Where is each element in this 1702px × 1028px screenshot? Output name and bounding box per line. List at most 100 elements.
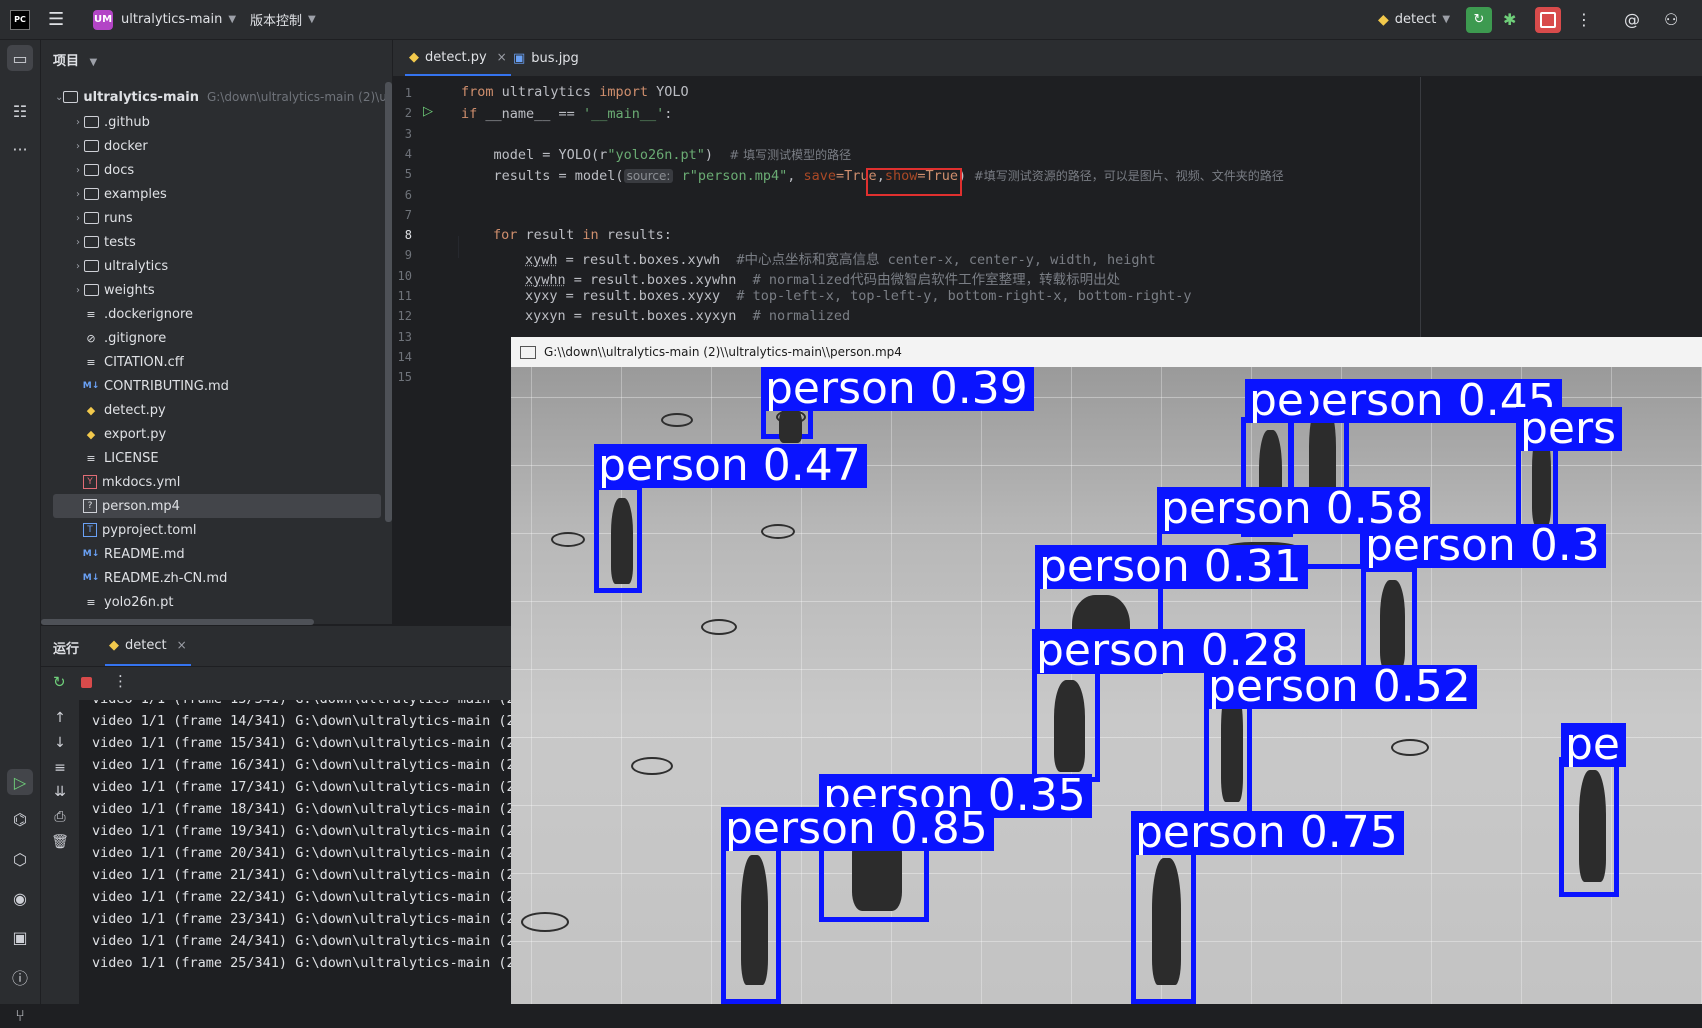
- terminal-button[interactable]: ▣: [7, 924, 33, 950]
- tree-item[interactable]: ≡ LICENSE: [41, 446, 381, 470]
- stop-icon[interactable]: [81, 677, 92, 688]
- structure-tool-button[interactable]: ☷: [7, 98, 33, 124]
- project-panel-header[interactable]: 项目 ▼: [53, 50, 97, 69]
- tree-item[interactable]: ◆ detect.py: [41, 398, 381, 422]
- tree-root[interactable]: ⌄ ultralytics-main G:\down\ultralytics-m…: [55, 85, 392, 109]
- terminal-icon: ▣: [12, 927, 28, 947]
- tree-item-label: mkdocs.yml: [102, 474, 181, 490]
- editor-tabs: ◆ detect.py × ▣ bus.jpg: [393, 40, 1702, 77]
- ignore-file-icon: ⊘: [86, 331, 96, 345]
- app-logo[interactable]: PC: [10, 0, 30, 39]
- tree-item[interactable]: ◆ export.py: [41, 422, 381, 446]
- tree-item[interactable]: M↓ CONTRIBUTING.md: [41, 374, 381, 398]
- tree-item[interactable]: Tpyproject.toml: [41, 518, 381, 542]
- code-token: xyxyn: [525, 308, 566, 324]
- project-switcher[interactable]: UM ultralytics-main ▼: [93, 0, 236, 39]
- trash-icon[interactable]: 🗑: [51, 834, 69, 850]
- main-menu-icon[interactable]: ☰: [48, 0, 64, 39]
- tree-item[interactable]: › .github: [41, 110, 381, 134]
- rerun-icon[interactable]: ↻: [53, 673, 66, 691]
- tree-item[interactable]: › weights: [41, 278, 381, 302]
- tree-item-label: .gitignore: [104, 330, 167, 346]
- tab-label: bus.jpg: [531, 50, 579, 66]
- arrow-up-icon[interactable]: ↑: [51, 710, 69, 726]
- close-icon[interactable]: ×: [497, 50, 507, 64]
- more-vertical-icon[interactable]: ⋮: [113, 672, 128, 690]
- python-packages-button[interactable]: ⬡: [7, 846, 33, 872]
- tree-item[interactable]: Ymkdocs.yml: [41, 470, 381, 494]
- debug-button[interactable]: ✱: [1503, 0, 1516, 39]
- tree-item[interactable]: › tests: [41, 230, 381, 254]
- code-token: = result.boxes.xyxyn: [565, 308, 753, 324]
- tree-item[interactable]: › runs: [41, 206, 381, 230]
- stop-button[interactable]: [1535, 0, 1561, 39]
- git-button[interactable]: ⑂: [7, 1002, 33, 1028]
- rerun-button[interactable]: ↻: [1466, 0, 1492, 39]
- tree-item[interactable]: ? person.mp4: [53, 494, 381, 518]
- more-tools-button[interactable]: ···: [7, 136, 33, 162]
- console-line: video 1/1 (frame 25/341) G:\down\ultraly…: [92, 955, 511, 971]
- close-icon[interactable]: ×: [177, 638, 187, 652]
- detection-label: person 0.39: [761, 367, 1034, 411]
- project-horizontal-scrollbar[interactable]: [41, 619, 314, 625]
- line-number: 7: [404, 207, 412, 222]
- code-token: save: [803, 168, 837, 184]
- tree-item[interactable]: M↓ README.md: [41, 542, 381, 566]
- chevron-right-icon: ›: [76, 188, 80, 200]
- vcs-menu[interactable]: 版本控制 ▼: [250, 0, 316, 39]
- project-tool-button[interactable]: ▭: [7, 45, 33, 71]
- project-name: ultralytics-main: [121, 12, 223, 27]
- code-token: xywhn: [525, 272, 566, 288]
- more-vertical-icon: ⋮: [1576, 10, 1592, 29]
- tree-item-label: README.md: [104, 546, 185, 562]
- detection-label: person 0.31: [1035, 545, 1308, 589]
- rerun-icon: ↻: [1466, 6, 1492, 33]
- ai-assistant-button[interactable]: @: [1624, 0, 1640, 39]
- tree-item[interactable]: › examples: [41, 182, 381, 206]
- soft-wrap-icon[interactable]: ≡: [51, 760, 69, 776]
- tree-item[interactable]: ≡ yolo26n.pt: [41, 590, 381, 614]
- run-gutter-icon[interactable]: ▷: [423, 104, 433, 119]
- chevron-right-icon: ›: [76, 284, 80, 296]
- line-number: 13: [397, 329, 412, 344]
- scroll-to-end-icon[interactable]: ⇊: [51, 784, 69, 800]
- run-config-selector[interactable]: ◆ detect ▼: [1378, 0, 1450, 39]
- tree-item[interactable]: ≡ CITATION.cff: [41, 350, 381, 374]
- run-config-label: detect: [1394, 12, 1437, 27]
- folder-icon: [83, 234, 99, 250]
- tree-item[interactable]: ≡ .dockerignore: [41, 302, 381, 326]
- tree-item[interactable]: ⊘ .gitignore: [41, 326, 381, 350]
- code-line-9: xywh = result.boxes.xywh #中心点坐标和宽高信息 cen…: [525, 248, 1156, 268]
- code-line-2: if __name__ == '__main__':: [461, 106, 672, 122]
- print-icon[interactable]: ⎙: [51, 809, 69, 825]
- code-token: ,: [787, 168, 804, 184]
- python-file-icon: ◆: [409, 49, 419, 65]
- code-token: from: [461, 84, 494, 100]
- run-tool-button[interactable]: ▷: [7, 769, 33, 795]
- code-line-1: from ultralytics import YOLO: [461, 84, 689, 100]
- run-tab-detect[interactable]: ◆ detect ×: [105, 626, 191, 666]
- yaml-file-icon: Y: [83, 475, 97, 489]
- tree-item-label: person.mp4: [102, 498, 180, 514]
- console-output[interactable]: video 1/1 (frame 13/341) G:\down\ultraly…: [79, 700, 511, 1004]
- floor-marker: [761, 524, 795, 539]
- problems-button[interactable]: ⓘ: [7, 964, 33, 990]
- tree-item[interactable]: › docs: [41, 158, 381, 182]
- line-number: 6: [404, 187, 412, 202]
- tree-item[interactable]: M↓ README.zh-CN.md: [41, 566, 381, 590]
- tab-detect-py[interactable]: ◆ detect.py ×: [405, 40, 511, 76]
- code-token: :: [664, 106, 673, 122]
- tree-item[interactable]: › docker: [41, 134, 381, 158]
- more-actions-button[interactable]: ⋮: [1576, 0, 1592, 39]
- spiral-icon: @: [1624, 10, 1640, 29]
- tab-bus-jpg[interactable]: ▣ bus.jpg: [513, 40, 579, 76]
- chevron-right-icon: ›: [76, 164, 80, 176]
- python-console-button[interactable]: ⌬: [7, 806, 33, 832]
- arrow-down-icon[interactable]: ↓: [51, 735, 69, 751]
- account-button[interactable]: ⚇: [1664, 0, 1678, 39]
- code-token: model = YOLO(r: [461, 147, 608, 163]
- services-button[interactable]: ◉: [7, 885, 33, 911]
- video-window-titlebar[interactable]: G:\\down\\ultralytics-main (2)\\ultralyt…: [511, 337, 1702, 367]
- code-token: in: [582, 227, 599, 243]
- tree-item[interactable]: › ultralytics: [41, 254, 381, 278]
